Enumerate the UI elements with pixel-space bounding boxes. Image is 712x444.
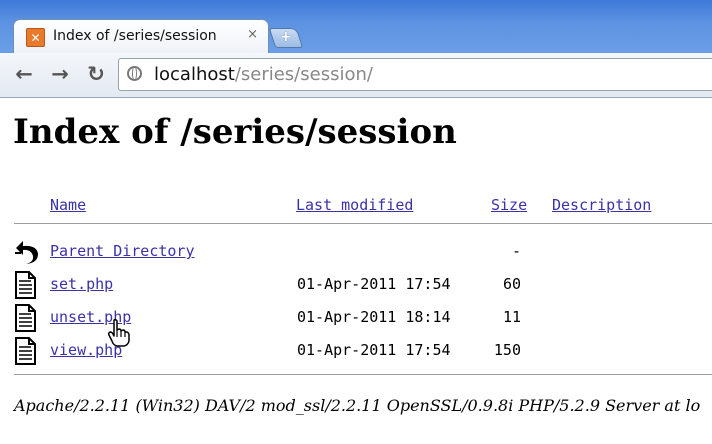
back-arrow-icon: ← [15, 62, 33, 86]
column-header-name[interactable]: Name [50, 196, 86, 214]
server-signature: Apache/2.2.11 (Win32) DAV/2 mod_ssl/2.2.… [14, 396, 701, 415]
modified-date: 01-Apr-2011 17:54 [297, 341, 451, 359]
url-path: /series/session/ [234, 64, 373, 85]
back-arrow-icon [15, 241, 38, 264]
plus-icon: + [279, 29, 292, 45]
file-size: - [511, 242, 521, 260]
column-header-last-modified[interactable]: Last modified [296, 196, 413, 214]
forward-arrow-icon: → [51, 62, 69, 86]
column-header-size[interactable]: Size [491, 196, 527, 214]
url-host: localhost [154, 64, 235, 85]
address-bar[interactable]: localhost/series/session/ [118, 58, 712, 91]
file-size: 11 [502, 308, 521, 326]
table-row: set.php 01-Apr-2011 17:54 60 [0, 269, 712, 301]
hand-cursor-icon [107, 319, 130, 347]
table-row: Parent Directory - [0, 236, 712, 268]
modified-date: 01-Apr-2011 17:54 [297, 275, 451, 293]
page-title: Index of /series/session [13, 112, 457, 152]
browser-tab[interactable]: ✕ Index of /series/session × [13, 19, 269, 54]
tab-title: Index of /series/session [53, 28, 217, 44]
header-divider [14, 223, 712, 224]
footer-divider [14, 374, 712, 375]
column-header-description[interactable]: Description [552, 196, 651, 214]
file-size: 150 [493, 341, 521, 359]
tab-close-icon[interactable]: × [247, 27, 258, 42]
back-button[interactable]: ← [11, 61, 37, 87]
xampp-favicon-icon: ✕ [26, 28, 45, 47]
file-size: 60 [502, 275, 521, 293]
browser-toolbar: ← → ↻ localhost/series/session/ [0, 53, 712, 97]
globe-icon [127, 66, 142, 81]
file-icon [15, 304, 36, 332]
file-icon [15, 337, 36, 365]
file-link[interactable]: set.php [50, 275, 113, 293]
page-content: Index of /series/session Name Last modif… [0, 98, 712, 444]
url-text[interactable]: localhost/series/session/ [154, 64, 373, 85]
reload-button[interactable]: ↻ [83, 61, 109, 87]
parent-directory-link[interactable]: Parent Directory [50, 242, 195, 260]
reload-icon: ↻ [87, 62, 105, 86]
modified-date: 01-Apr-2011 18:14 [297, 308, 451, 326]
new-tab-button[interactable]: + [268, 28, 304, 48]
forward-button[interactable]: → [47, 61, 73, 87]
browser-chrome: ✕ Index of /series/session × + ← → ↻ loc… [0, 0, 712, 98]
file-icon [15, 271, 36, 299]
